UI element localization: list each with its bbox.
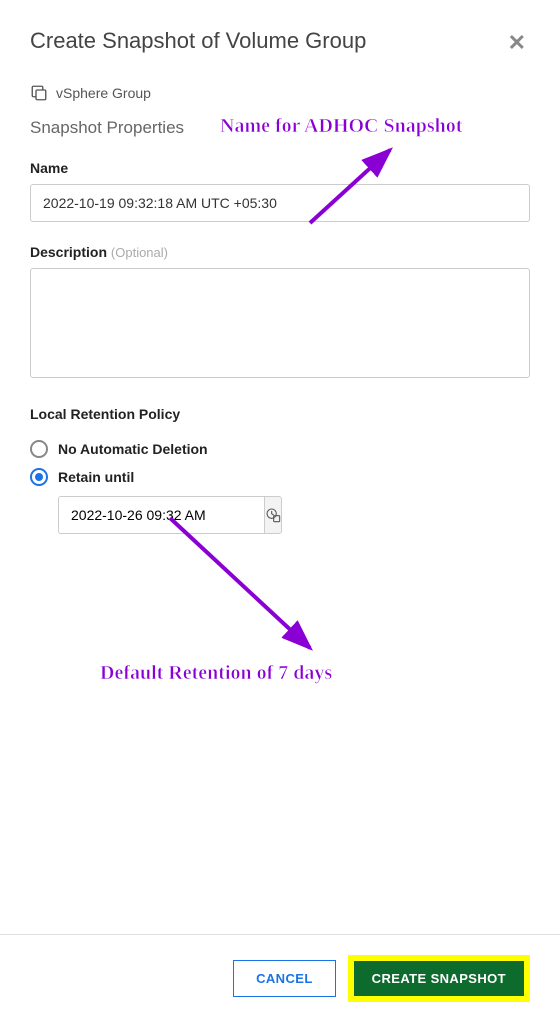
retain-until-date-input[interactable]: [58, 496, 264, 534]
radio-icon: [30, 468, 48, 486]
create-snapshot-button[interactable]: CREATE SNAPSHOT: [354, 961, 524, 996]
name-input[interactable]: [30, 184, 530, 222]
cancel-button[interactable]: CANCEL: [233, 960, 336, 997]
create-button-highlight: CREATE SNAPSHOT: [348, 955, 530, 1002]
retention-policy-label: Local Retention Policy: [30, 406, 530, 422]
volume-group-row: vSphere Group: [30, 84, 530, 102]
date-picker-button[interactable]: [264, 496, 282, 534]
snapshot-properties-header: Snapshot Properties: [30, 118, 530, 138]
radio-no-deletion[interactable]: No Automatic Deletion: [30, 440, 530, 458]
radio-icon: [30, 440, 48, 458]
radio-retain-until[interactable]: Retain until: [30, 468, 530, 486]
optional-hint: (Optional): [111, 245, 168, 260]
description-label: Description (Optional): [30, 244, 530, 260]
close-icon[interactable]: ✕: [504, 28, 530, 58]
volume-group-name: vSphere Group: [56, 85, 151, 101]
dialog-footer: CANCEL CREATE SNAPSHOT: [0, 934, 560, 1024]
name-label: Name: [30, 160, 530, 176]
description-input[interactable]: [30, 268, 530, 378]
volume-group-icon: [30, 84, 48, 102]
radio-no-deletion-label: No Automatic Deletion: [58, 441, 208, 457]
clock-calendar-icon: [265, 507, 281, 523]
radio-retain-until-label: Retain until: [58, 469, 134, 485]
dialog-title: Create Snapshot of Volume Group: [30, 28, 366, 54]
